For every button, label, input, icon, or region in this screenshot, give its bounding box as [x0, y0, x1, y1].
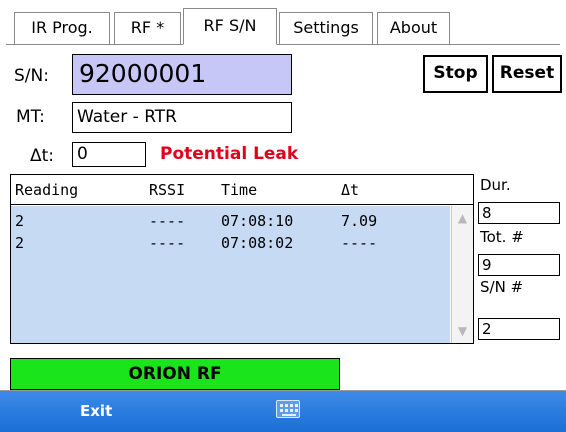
readings-table[interactable]: Reading RSSI Time Δt 2 ---- 07:08:10 7.0… [10, 174, 474, 344]
warning-text: Potential Leak [160, 144, 299, 164]
tab-rf[interactable]: RF * [114, 12, 181, 45]
tot-value: 9 [478, 254, 560, 276]
mt-field: Water - RTR [72, 102, 292, 133]
dt-field[interactable]: 0 [72, 142, 146, 167]
table-row[interactable]: 2 ---- 07:08:02 ---- [11, 232, 450, 254]
table-row[interactable]: 2 ---- 07:08:10 7.09 [11, 210, 450, 232]
header-reading: Reading [15, 181, 79, 199]
cell-reading: 2 [15, 212, 25, 230]
sn-label: S/N: [14, 66, 49, 86]
exit-button[interactable]: Exit [80, 400, 112, 422]
tab-settings[interactable]: Settings [279, 12, 373, 45]
cell-rssi: ---- [149, 212, 186, 230]
sn-count-label: S/N # [480, 278, 524, 296]
stop-button[interactable]: Stop [423, 55, 488, 93]
dur-value: 8 [478, 202, 560, 224]
cell-rssi: ---- [149, 234, 186, 252]
cell-dt: ---- [341, 234, 378, 252]
table-scrollbar[interactable]: ▲ ▼ [451, 206, 473, 343]
tab-about[interactable]: About [377, 12, 450, 45]
cell-time: 07:08:02 [221, 234, 294, 252]
cell-dt: 7.09 [341, 212, 378, 230]
table-body: 2 ---- 07:08:10 7.09 2 ---- 07:08:02 ---… [11, 206, 450, 343]
scroll-down-icon[interactable]: ▼ [452, 321, 473, 341]
tab-rf-sn[interactable]: RF S/N [183, 8, 277, 45]
tab-bar: IR Prog. RF * RF S/N Settings About [0, 0, 566, 45]
table-header: Reading RSSI Time Δt [11, 175, 473, 205]
dur-label: Dur. [480, 176, 511, 194]
sn-input[interactable]: 92000001 [72, 54, 292, 95]
header-time: Time [221, 181, 258, 199]
reset-button[interactable]: Reset [492, 55, 562, 93]
sn-count-value: 2 [478, 318, 560, 340]
header-dt: Δt [341, 181, 360, 199]
tab-ir-prog[interactable]: IR Prog. [14, 12, 110, 45]
scroll-up-icon[interactable]: ▲ [452, 208, 473, 228]
keyboard-icon[interactable] [276, 400, 300, 418]
dt-label: Δt: [30, 146, 55, 166]
tot-label: Tot. # [480, 228, 524, 246]
tab-divider [6, 44, 560, 45]
cell-time: 07:08:10 [221, 212, 294, 230]
mt-label: MT: [16, 107, 45, 127]
status-bar: ORION RF [10, 358, 340, 390]
header-rssi: RSSI [149, 181, 186, 199]
cell-reading: 2 [15, 234, 25, 252]
